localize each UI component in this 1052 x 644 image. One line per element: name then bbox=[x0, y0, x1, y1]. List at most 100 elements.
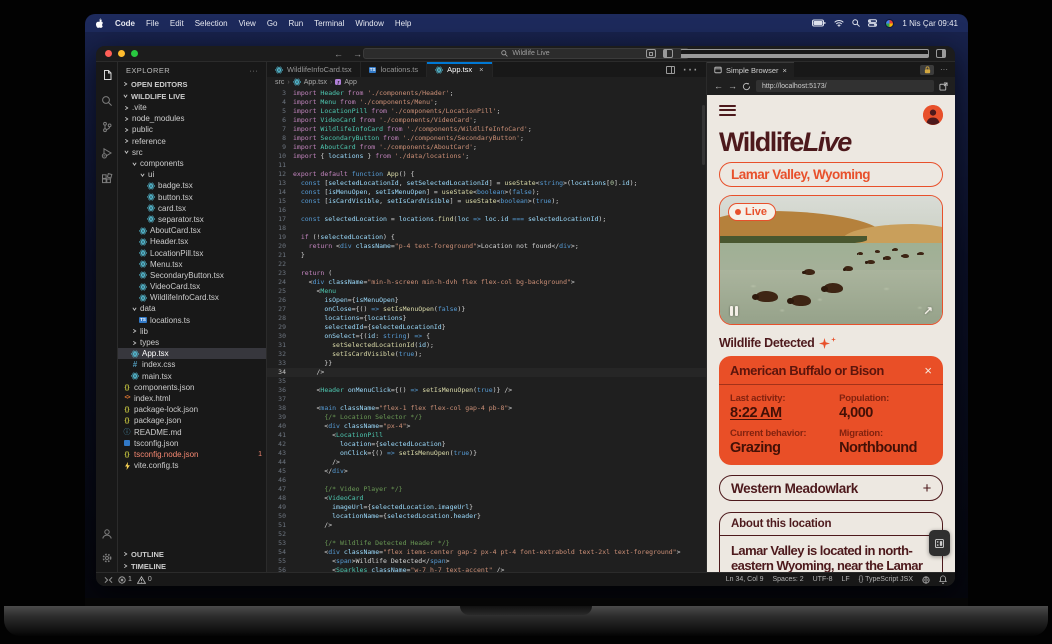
menu-item-help[interactable]: Help bbox=[395, 19, 411, 28]
tree-item-Header.tsx[interactable]: Header.tsx bbox=[118, 236, 266, 247]
status-spaces[interactable]: Spaces: 2 bbox=[772, 576, 803, 583]
pause-button[interactable] bbox=[730, 306, 738, 316]
warnings-indicator[interactable]: 0 bbox=[137, 576, 152, 584]
breadcrumb[interactable]: src›App.tsx›ƒApp bbox=[267, 77, 706, 87]
url-bar[interactable]: http://localhost:5173/ bbox=[756, 80, 934, 92]
lock-icon[interactable] bbox=[920, 65, 934, 75]
tree-item-components[interactable]: components bbox=[118, 158, 266, 169]
menu-item-code[interactable]: Code bbox=[115, 19, 135, 28]
menu-item-go[interactable]: Go bbox=[267, 19, 278, 28]
history-forward-button[interactable]: → bbox=[353, 49, 362, 59]
editor-more-actions-icon[interactable]: ··· bbox=[682, 61, 698, 79]
tab-WildlifeInfoCard.tsx[interactable]: WildlifeInfoCard.tsx bbox=[267, 62, 361, 77]
history-back-button[interactable]: ← bbox=[334, 49, 343, 59]
tree-item-public[interactable]: public bbox=[118, 124, 266, 135]
tree-item-README.md[interactable]: ⓘREADME.md bbox=[118, 426, 266, 437]
timeline-section[interactable]: TIMELINE bbox=[118, 560, 266, 572]
extensions-icon[interactable] bbox=[100, 172, 113, 185]
detection-card-close-icon[interactable]: × bbox=[924, 366, 932, 376]
customize-layout-icon[interactable] bbox=[646, 49, 656, 58]
toggle-primary-sidebar-icon[interactable] bbox=[663, 49, 673, 58]
accounts-icon[interactable] bbox=[100, 527, 113, 540]
tree-item-node_modules[interactable]: node_modules bbox=[118, 113, 266, 124]
status-ln[interactable]: Ln 34, Col 9 bbox=[726, 576, 764, 583]
browser-forward-icon[interactable]: → bbox=[728, 81, 737, 91]
tree-item-.vite[interactable]: .vite bbox=[118, 102, 266, 113]
avatar[interactable] bbox=[923, 105, 943, 125]
status-lf[interactable]: LF bbox=[841, 576, 849, 583]
errors-indicator[interactable]: 1 bbox=[118, 576, 132, 584]
tree-item-index.html[interactable]: <>index.html bbox=[118, 393, 266, 404]
floating-layout-button[interactable] bbox=[929, 530, 950, 556]
tree-item-types[interactable]: types bbox=[118, 337, 266, 348]
tree-item-LocationPill.tsx[interactable]: LocationPill.tsx bbox=[118, 247, 266, 258]
tree-item-package.json[interactable]: {}package.json bbox=[118, 415, 266, 426]
browser-app-icon[interactable] bbox=[885, 19, 894, 28]
simple-browser-tab[interactable]: Simple Browser × bbox=[707, 62, 794, 77]
browser-reload-icon[interactable] bbox=[742, 82, 751, 91]
explorer-more-actions-icon[interactable]: ··· bbox=[249, 66, 258, 75]
control-center-icon[interactable] bbox=[868, 19, 877, 27]
tree-item-badge.tsx[interactable]: badge.tsx bbox=[118, 180, 266, 191]
tree-item-VideoCard.tsx[interactable]: VideoCard.tsx bbox=[118, 281, 266, 292]
tree-item-separator.tsx[interactable]: separator.tsx bbox=[118, 214, 266, 225]
explorer-icon[interactable] bbox=[100, 68, 113, 81]
tree-item-components.json[interactable]: {}components.json bbox=[118, 382, 266, 393]
menu-item-view[interactable]: View bbox=[239, 19, 256, 28]
source-control-icon[interactable] bbox=[100, 120, 113, 133]
notifications-bell-icon[interactable] bbox=[939, 575, 947, 584]
open-external-icon[interactable] bbox=[939, 82, 948, 91]
tree-item-package-lock.json[interactable]: {}package-lock.json bbox=[118, 404, 266, 415]
zoom-window-button[interactable] bbox=[131, 50, 138, 57]
tree-item-SecondaryButton.tsx[interactable]: SecondaryButton.tsx bbox=[118, 270, 266, 281]
spotlight-search-icon[interactable] bbox=[852, 19, 860, 27]
tree-item-WildlifeInfoCard.tsx[interactable]: WildlifeInfoCard.tsx bbox=[118, 292, 266, 303]
tree-item-src[interactable]: src bbox=[118, 147, 266, 158]
tree-item-locations.ts[interactable]: TSlocations.ts bbox=[118, 315, 266, 326]
editor-scrollbar[interactable] bbox=[702, 105, 705, 165]
breadcrumb-item-App[interactable]: App bbox=[344, 79, 356, 86]
menu-item-file[interactable]: File bbox=[146, 19, 159, 28]
tree-item-main.tsx[interactable]: main.tsx bbox=[118, 371, 266, 382]
status-utf8[interactable]: UTF-8 bbox=[813, 576, 833, 583]
tree-item-data[interactable]: data bbox=[118, 303, 266, 314]
close-tab-icon[interactable]: × bbox=[479, 65, 483, 74]
run-debug-icon[interactable] bbox=[100, 146, 113, 159]
menu-item-edit[interactable]: Edit bbox=[170, 19, 184, 28]
close-browser-tab-icon[interactable]: × bbox=[783, 66, 787, 75]
tree-item-reference[interactable]: reference bbox=[118, 136, 266, 147]
tree-item-index.css[interactable]: #index.css bbox=[118, 359, 266, 370]
search-sidebar-icon[interactable] bbox=[100, 94, 113, 107]
menu-item-run[interactable]: Run bbox=[288, 19, 303, 28]
ports-icon[interactable] bbox=[922, 576, 930, 584]
tree-item-tsconfig.node.json[interactable]: {}tsconfig.node.json1 bbox=[118, 449, 266, 460]
command-center-search[interactable]: Wildlife Live bbox=[363, 48, 689, 59]
close-window-button[interactable] bbox=[105, 50, 112, 57]
tree-item-ui[interactable]: ui bbox=[118, 169, 266, 180]
toggle-secondary-sidebar-icon[interactable] bbox=[936, 49, 946, 58]
tree-item-button.tsx[interactable]: button.tsx bbox=[118, 192, 266, 203]
split-editor-icon[interactable] bbox=[666, 66, 675, 74]
tab-App.tsx[interactable]: App.tsx× bbox=[427, 62, 492, 77]
browser-more-actions-icon[interactable]: ··· bbox=[940, 65, 948, 74]
tree-item-Menu.tsx[interactable]: Menu.tsx bbox=[118, 259, 266, 270]
breadcrumb-item-App.tsx[interactable]: App.tsx bbox=[304, 79, 327, 86]
tree-item-AboutCard.tsx[interactable]: AboutCard.tsx bbox=[118, 225, 266, 236]
remote-indicator-icon[interactable] bbox=[104, 576, 113, 584]
tree-item-card.tsx[interactable]: card.tsx bbox=[118, 203, 266, 214]
settings-gear-icon[interactable] bbox=[100, 551, 113, 564]
hamburger-menu-icon[interactable] bbox=[719, 105, 736, 118]
add-species-button[interactable]: Western Meadowlark + bbox=[719, 475, 943, 501]
video-card[interactable]: Live ↗ bbox=[719, 195, 943, 325]
location-pill-button[interactable]: Lamar Valley, Wyoming bbox=[719, 162, 943, 187]
toggle-panel-icon[interactable] bbox=[680, 49, 929, 58]
root-folder-section[interactable]: WILDLIFE LIVE bbox=[118, 90, 266, 102]
code-editor[interactable]: 3import Header from './components/Header… bbox=[267, 87, 706, 572]
apple-logo-icon[interactable] bbox=[95, 18, 104, 28]
fullscreen-icon[interactable]: ↗ bbox=[923, 304, 933, 318]
browser-back-icon[interactable]: ← bbox=[714, 81, 723, 91]
open-editors-section[interactable]: OPEN EDITORS bbox=[118, 78, 266, 90]
outline-section[interactable]: OUTLINE bbox=[118, 548, 266, 560]
status-[interactable]: {} TypeScript JSX bbox=[859, 576, 913, 583]
menu-item-selection[interactable]: Selection bbox=[195, 19, 228, 28]
